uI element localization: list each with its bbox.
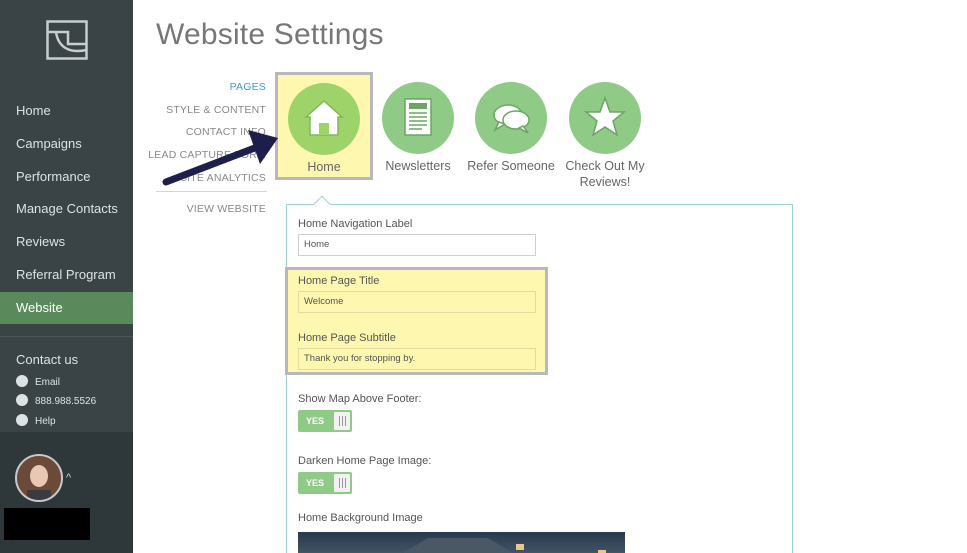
contact-phone-link[interactable]: 888.988.5526: [16, 394, 97, 409]
subnav-pages[interactable]: PAGES: [230, 81, 266, 93]
house-roof-shape: [378, 538, 538, 553]
app-window: Home Campaigns Performance Manage Contac…: [0, 0, 967, 553]
contact-email-link[interactable]: Email: [16, 375, 61, 390]
sidebar-divider: [0, 336, 133, 337]
sidebar: Home Campaigns Performance Manage Contac…: [0, 0, 133, 553]
contact-us-title: Contact us: [16, 352, 79, 367]
page-tile-check-out-reviews[interactable]: Check Out My Reviews!: [556, 72, 654, 189]
avatar-image: [17, 456, 61, 500]
nav-label-input[interactable]: Home: [298, 234, 536, 256]
contact-help-link[interactable]: Help: [16, 414, 56, 429]
page-subtitle-label: Home Page Subtitle: [298, 332, 396, 344]
phone-icon: [16, 394, 28, 407]
subnav-style-content[interactable]: STYLE & CONTENT: [166, 104, 266, 116]
lit-window: [516, 544, 524, 550]
home-background-image[interactable]: [298, 532, 625, 553]
page-tile-newsletters-label: Newsletters: [385, 159, 451, 173]
page-tile-refer-someone[interactable]: Refer Someone: [462, 72, 560, 180]
page-subtitle-input[interactable]: Thank you for stopping by.: [298, 348, 536, 370]
star-icon: [569, 82, 641, 154]
caret-up-icon[interactable]: ^: [66, 472, 71, 484]
house-icon: [288, 83, 360, 155]
sidebar-item-performance[interactable]: Performance: [0, 161, 133, 193]
page-tile-check-out-reviews-label: Check Out My Reviews!: [565, 159, 645, 189]
home-page-settings-panel: [286, 204, 793, 553]
show-map-toggle-state: YES: [306, 416, 325, 426]
subnav-view-website[interactable]: VIEW WEBSITE: [187, 203, 266, 215]
show-map-label: Show Map Above Footer:: [298, 393, 422, 405]
show-map-toggle[interactable]: YES: [298, 410, 352, 432]
contact-help-label: Help: [35, 416, 56, 427]
sidebar-item-home[interactable]: Home: [0, 95, 133, 127]
bg-image-label: Home Background Image: [298, 512, 423, 524]
newsletter-icon: [382, 82, 454, 154]
sidebar-item-campaigns[interactable]: Campaigns: [0, 128, 133, 160]
page-title-label: Home Page Title: [298, 275, 380, 287]
contact-phone-label: 888.988.5526: [35, 396, 97, 407]
sidebar-item-reviews[interactable]: Reviews: [0, 226, 133, 258]
annotation-arrow-icon: [162, 130, 278, 186]
page-title: Website Settings: [156, 18, 384, 51]
darken-image-label: Darken Home Page Image:: [298, 455, 432, 467]
email-icon: [16, 375, 28, 388]
nav-label-label: Home Navigation Label: [298, 218, 413, 230]
toggle-knob: [334, 474, 350, 492]
page-title-input[interactable]: Welcome: [298, 291, 536, 313]
page-tile-home[interactable]: Home: [275, 72, 373, 180]
page-tile-newsletters[interactable]: Newsletters: [369, 72, 467, 180]
help-icon: [16, 414, 28, 427]
logo-icon[interactable]: [46, 20, 88, 60]
toggle-knob: [334, 412, 350, 430]
speech-bubbles-icon: [475, 82, 547, 154]
darken-image-toggle-state: YES: [306, 478, 325, 488]
page-tile-refer-someone-label: Refer Someone: [467, 159, 555, 173]
avatar[interactable]: [15, 454, 63, 502]
sidebar-item-manage-contacts[interactable]: Manage Contacts: [0, 193, 133, 225]
darken-image-toggle[interactable]: YES: [298, 472, 352, 494]
sidebar-item-website[interactable]: Website: [0, 292, 133, 324]
contact-email-label: Email: [35, 377, 61, 388]
page-tile-home-label: Home: [307, 160, 341, 174]
redacted-user-name: [4, 508, 90, 540]
subnav-divider: [156, 191, 267, 192]
sidebar-item-referral-program[interactable]: Referral Program: [0, 259, 133, 291]
user-menu[interactable]: ^: [0, 432, 133, 553]
